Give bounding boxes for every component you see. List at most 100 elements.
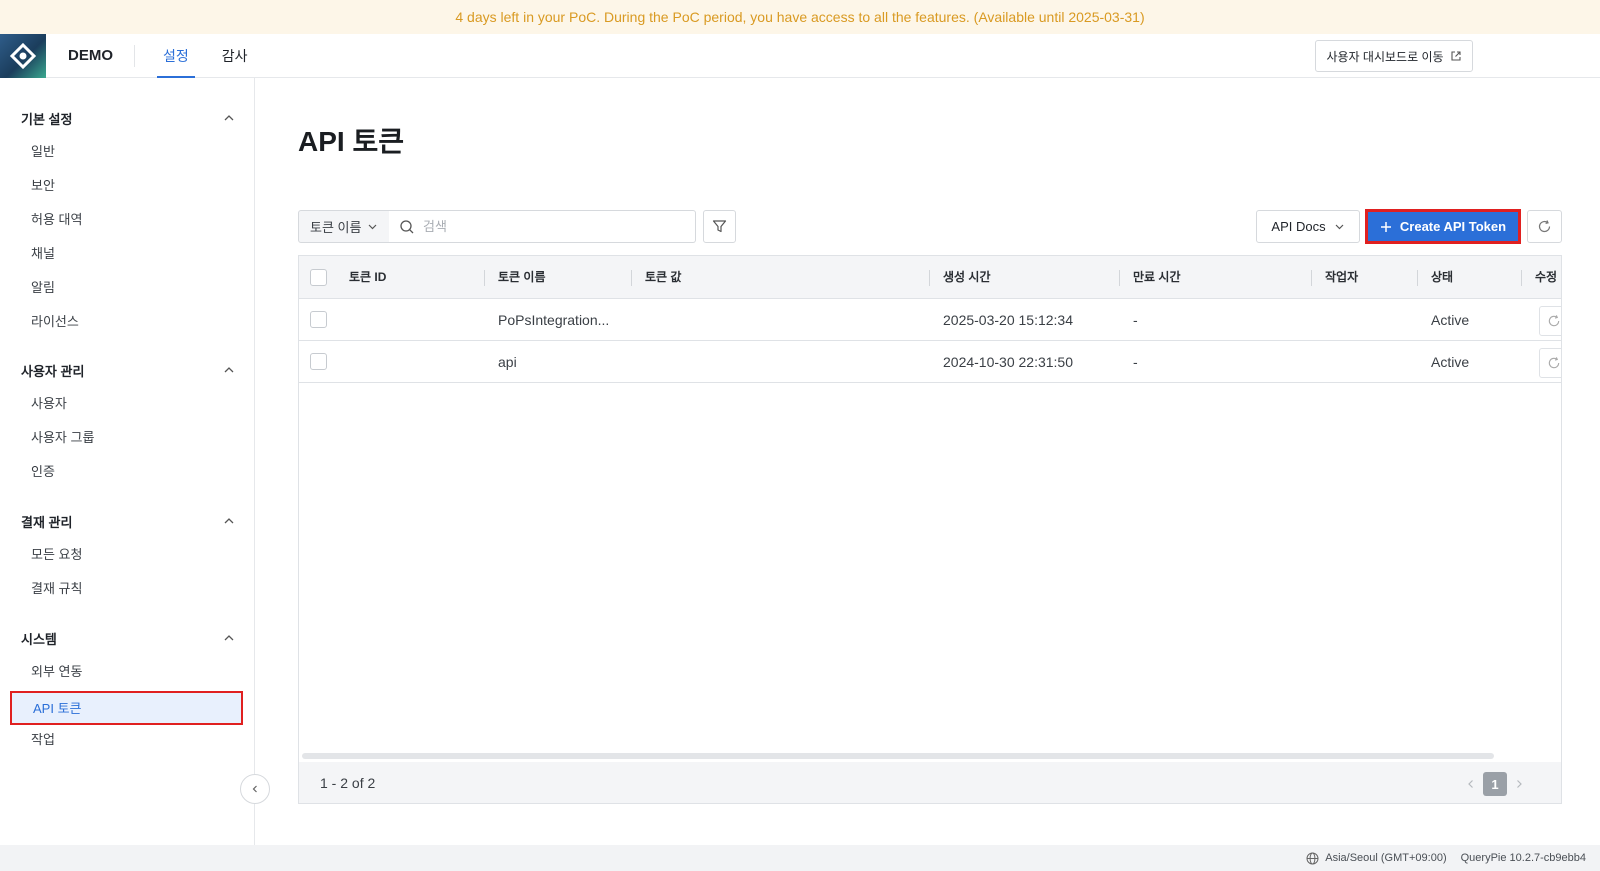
column-divider[interactable] bbox=[484, 270, 485, 286]
column-header-operator[interactable]: 작업자 bbox=[1325, 256, 1358, 299]
column-header-edit[interactable]: 수정 bbox=[1535, 256, 1557, 299]
section-approval-management[interactable]: 결재 관리 bbox=[21, 509, 235, 533]
chevron-left-icon[interactable] bbox=[1465, 778, 1477, 790]
sidebar-item-channels[interactable]: 채널 bbox=[31, 244, 55, 264]
chevron-left-icon bbox=[252, 785, 257, 793]
refresh-icon bbox=[1548, 357, 1560, 369]
page-title: API 토큰 bbox=[298, 126, 404, 157]
sidebar-item-license[interactable]: 라이선스 bbox=[31, 312, 79, 332]
filter-button[interactable] bbox=[703, 210, 736, 243]
tab-audit-label: 감사 bbox=[221, 47, 248, 64]
globe-icon bbox=[1306, 852, 1319, 864]
row-regenerate-button[interactable] bbox=[1539, 348, 1561, 378]
search-field-select[interactable]: 토큰 이름 bbox=[298, 210, 390, 243]
page-button-current[interactable]: 1 bbox=[1483, 772, 1507, 796]
horizontal-scrollbar[interactable] bbox=[302, 753, 1494, 759]
cell-token-name: api bbox=[498, 354, 517, 370]
sidebar-item-users[interactable]: 사용자 bbox=[31, 394, 67, 414]
sidebar-item-allowed-zones[interactable]: 허용 대역 bbox=[31, 210, 82, 230]
row-checkbox[interactable] bbox=[310, 311, 327, 328]
workspace-name: DEMO bbox=[68, 47, 113, 64]
sidebar-item-general[interactable]: 일반 bbox=[31, 142, 55, 162]
chevron-up-icon bbox=[224, 635, 234, 641]
search-icon bbox=[400, 219, 414, 233]
section-system[interactable]: 시스템 bbox=[21, 626, 235, 650]
sidebar-item-user-groups[interactable]: 사용자 그룹 bbox=[31, 428, 94, 448]
table-footer: 1 - 2 of 2 1 bbox=[299, 762, 1561, 803]
external-link-icon bbox=[1450, 51, 1461, 61]
search-input[interactable] bbox=[423, 219, 673, 234]
timezone-indicator[interactable]: Asia/Seoul (GMT+09:00) bbox=[1306, 852, 1447, 865]
poc-banner: 4 days left in your PoC. During the PoC … bbox=[0, 0, 1600, 34]
chevron-right-icon[interactable] bbox=[1513, 778, 1525, 790]
column-header-token-name[interactable]: 토큰 이름 bbox=[498, 256, 546, 299]
refresh-icon bbox=[1548, 315, 1560, 327]
pagination-range: 1 - 2 of 2 bbox=[320, 775, 376, 791]
header-divider bbox=[134, 44, 135, 67]
api-docs-label: API Docs bbox=[1271, 219, 1326, 234]
settings-sidebar: 기본 설정 일반 보안 허용 대역 채널 알림 라이선스 사용자 관리 사용자 … bbox=[0, 78, 255, 845]
sidebar-item-authentication[interactable]: 인증 bbox=[31, 462, 55, 482]
column-divider[interactable] bbox=[631, 270, 632, 286]
cell-expires-at: - bbox=[1133, 354, 1138, 370]
cell-status: Active bbox=[1431, 354, 1470, 370]
top-navigation-bar: DEMO 설정 감사 사용자 대시보드로 이동 bbox=[0, 33, 1600, 78]
section-user-management-title: 사용자 관리 bbox=[21, 363, 85, 379]
cell-token-name: PoPsIntegration... bbox=[498, 312, 610, 328]
create-api-token-button[interactable]: Create API Token bbox=[1365, 209, 1521, 244]
sidebar-item-approval-rules[interactable]: 결재 규칙 bbox=[31, 579, 82, 599]
user-dashboard-button-label: 사용자 대시보드로 이동 bbox=[1326, 49, 1444, 64]
column-divider[interactable] bbox=[1311, 270, 1312, 286]
chevron-down-icon bbox=[369, 224, 377, 230]
tab-settings-label: 설정 bbox=[163, 47, 189, 64]
select-all-checkbox[interactable] bbox=[310, 269, 327, 286]
sidebar-item-jobs[interactable]: 작업 bbox=[31, 730, 55, 750]
pagination: 1 bbox=[1465, 772, 1525, 796]
column-divider[interactable] bbox=[1521, 270, 1522, 286]
timezone-label: Asia/Seoul (GMT+09:00) bbox=[1325, 852, 1447, 864]
column-header-token-value[interactable]: 토큰 값 bbox=[645, 256, 681, 299]
cell-expires-at: - bbox=[1133, 312, 1138, 328]
section-user-management[interactable]: 사용자 관리 bbox=[21, 358, 235, 382]
version-label: QueryPie 10.2.7-cb9ebb4 bbox=[1460, 852, 1586, 864]
column-header-expires-at[interactable]: 만료 시간 bbox=[1133, 256, 1181, 299]
sidebar-item-integrations[interactable]: 외부 연동 bbox=[31, 662, 82, 682]
sidebar-item-security[interactable]: 보안 bbox=[31, 176, 55, 196]
column-divider[interactable] bbox=[1417, 270, 1418, 286]
column-header-token-id[interactable]: 토큰 ID bbox=[349, 256, 386, 299]
column-divider[interactable] bbox=[929, 270, 930, 286]
search-field-select-value: 토큰 이름 bbox=[310, 220, 362, 235]
section-basic-settings-title: 기본 설정 bbox=[21, 111, 73, 127]
querypie-logo[interactable] bbox=[0, 33, 46, 78]
refresh-button[interactable] bbox=[1527, 210, 1562, 243]
plus-icon bbox=[1380, 221, 1391, 232]
search-box[interactable] bbox=[389, 210, 696, 243]
column-header-status[interactable]: 상태 bbox=[1431, 256, 1453, 299]
sidebar-collapse-button[interactable] bbox=[240, 774, 270, 804]
sidebar-item-all-requests[interactable]: 모든 요청 bbox=[31, 545, 82, 565]
table-row[interactable]: api 2024-10-30 22:31:50 - Active bbox=[299, 341, 1561, 383]
sidebar-item-api-token[interactable]: API 토큰 bbox=[10, 691, 243, 725]
tab-audit[interactable]: 감사 bbox=[222, 34, 248, 78]
chevron-up-icon bbox=[224, 367, 234, 373]
api-token-table: 토큰 ID 토큰 이름 토큰 값 생성 시간 만료 시간 작업자 상태 수정 P… bbox=[298, 255, 1562, 804]
chevron-down-icon bbox=[1335, 224, 1344, 230]
sidebar-item-alerts[interactable]: 알림 bbox=[31, 278, 55, 298]
table-row[interactable]: PoPsIntegration... 2025-03-20 15:12:34 -… bbox=[299, 299, 1561, 341]
table-header: 토큰 ID 토큰 이름 토큰 값 생성 시간 만료 시간 작업자 상태 수정 bbox=[299, 256, 1561, 299]
create-api-token-label: Create API Token bbox=[1399, 219, 1507, 234]
filter-icon bbox=[712, 220, 727, 233]
api-docs-dropdown[interactable]: API Docs bbox=[1256, 210, 1360, 243]
user-dashboard-button[interactable]: 사용자 대시보드로 이동 bbox=[1315, 40, 1473, 72]
poc-banner-text: 4 days left in your PoC. During the PoC … bbox=[455, 9, 1145, 25]
cell-status: Active bbox=[1431, 312, 1470, 328]
column-header-created-at[interactable]: 생성 시간 bbox=[943, 256, 991, 299]
chevron-up-icon bbox=[224, 518, 234, 524]
refresh-icon bbox=[1538, 220, 1551, 233]
section-basic-settings[interactable]: 기본 설정 bbox=[21, 106, 235, 130]
column-divider[interactable] bbox=[1119, 270, 1120, 286]
row-regenerate-button[interactable] bbox=[1539, 306, 1561, 336]
tab-settings[interactable]: 설정 bbox=[157, 34, 195, 78]
cell-created-at: 2024-10-30 22:31:50 bbox=[943, 354, 1073, 370]
row-checkbox[interactable] bbox=[310, 353, 327, 370]
